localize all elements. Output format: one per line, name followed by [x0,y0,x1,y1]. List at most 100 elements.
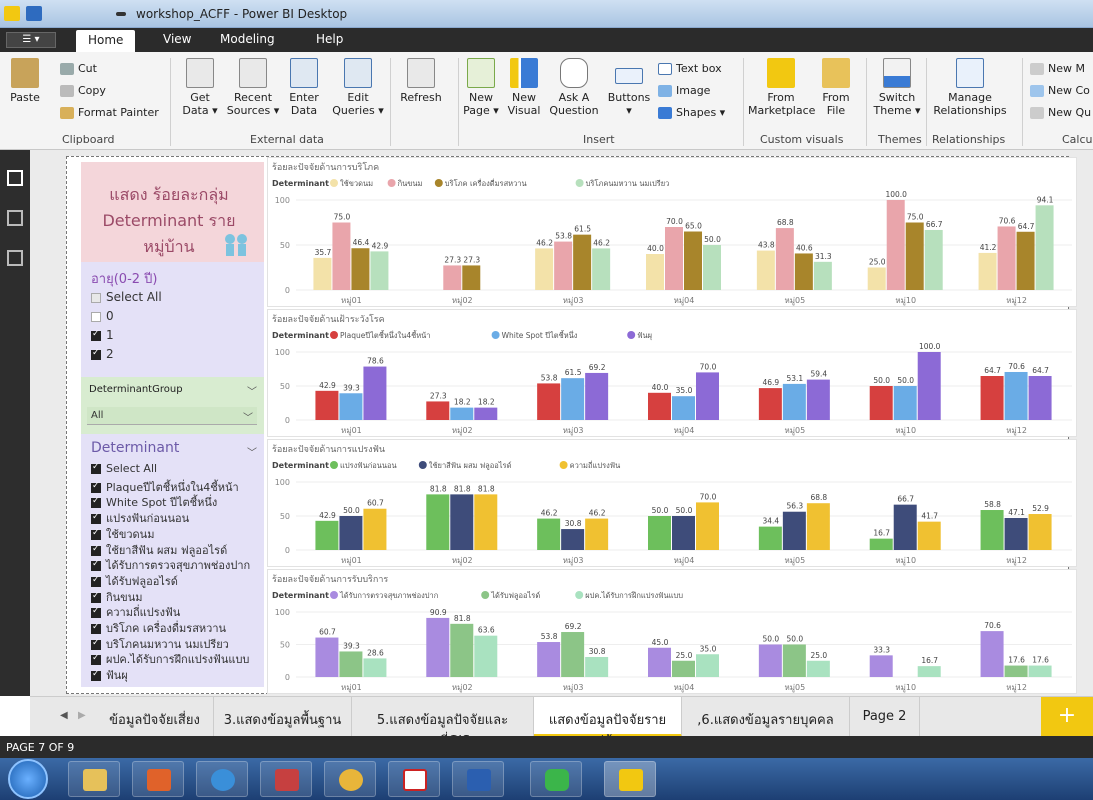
taskbar-line-icon[interactable] [530,761,582,797]
chart-bar [474,407,498,420]
data-view-icon[interactable] [7,210,23,226]
checkbox[interactable] [91,575,101,587]
checkbox[interactable] [91,559,101,572]
age-slicer-item[interactable]: 1 [91,328,114,342]
calculator-icon [1030,63,1044,75]
edit-queries-button[interactable]: Edit Queries ▾ [332,58,384,117]
chevron-down-icon[interactable]: ﹀ [247,383,257,398]
chart-bar [782,511,806,550]
tab-modeling[interactable]: Modeling [220,32,275,46]
new-page-button[interactable]: New Page ▾ [462,58,500,117]
age-slicer-item[interactable]: 0 [91,309,114,323]
taskbar-explorer-icon[interactable] [68,761,120,797]
checkbox[interactable] [91,638,101,650]
checkbox[interactable] [91,348,101,360]
data-label: 35.7 [315,248,332,257]
data-label: 53.8 [555,232,572,241]
taskbar-chrome-icon[interactable] [324,761,376,797]
chart-bar [450,494,474,550]
bar-chart[interactable]: ร้อยละปัจจัยด้านการรับบริการ Determinant ไ… [267,569,1077,694]
data-label: 45.0 [652,638,669,647]
checkbox[interactable] [91,653,101,666]
report-view-icon[interactable] [7,170,23,186]
refresh-button[interactable]: Refresh [396,58,446,104]
checkbox[interactable] [91,496,101,509]
data-label: 64.7 [1032,366,1049,375]
determinant-slicer-item-label: ใช้ยาสีฟัน ผสม ฟลูออไรด์ [106,543,228,557]
bar-chart[interactable]: ร้อยละปัจจัยด้านการบริโภค Determinant ใช้ข… [267,157,1077,307]
switch-theme-button[interactable]: Switch Theme ▾ [870,58,924,117]
ribbon-separator [458,58,459,146]
shapes-button[interactable]: Shapes ▾ [658,106,725,119]
taskbar-outlook-icon[interactable] [132,761,184,797]
determinant-slicer-item[interactable]: Select All [91,462,157,475]
data-label: 100.0 [885,190,907,199]
checkbox[interactable] [91,622,101,634]
taskbar-powerbi-icon[interactable] [604,761,656,797]
copy-button[interactable]: Copy [60,84,106,97]
get-data-button[interactable]: Get Data ▾ [178,58,222,117]
determinant-slicer-item[interactable]: ฟันผุ [91,666,128,684]
checkbox[interactable] [91,481,101,493]
page-tab[interactable]: 3.แสดงข้อมูลพื้นฐาน [214,697,352,737]
quick-access-dropdown-icon[interactable] [116,12,126,16]
checkbox[interactable] [91,606,101,619]
bar-chart[interactable]: ร้อยละปัจจัยด้านเฝ้าระวังโรค Determinant P… [267,309,1077,437]
legend-label: White Spot ปีไตชี้หนึ่ง [502,330,578,340]
age-slicer-item[interactable]: 2 [91,347,114,361]
new-measure-button[interactable]: New M [1030,62,1085,75]
bar-chart[interactable]: ร้อยละปัจจัยด้านการแปรงฟัน Determinant แปร… [267,439,1077,567]
checkbox[interactable] [91,544,101,556]
from-marketplace-button[interactable]: From Marketplace [748,58,815,117]
from-file-button[interactable]: From File [818,58,854,117]
buttons-button[interactable]: Buttons ▾ [604,58,654,117]
recent-sources-button[interactable]: Recent Sources ▾ [224,58,282,117]
tab-scroll-right-icon[interactable]: ▶ [78,710,86,721]
format-painter-button[interactable]: Format Painter [60,106,159,119]
new-visual-button[interactable]: New Visual [504,58,544,117]
checkbox[interactable] [91,512,101,525]
taskbar-acrobat-icon[interactable] [388,761,440,797]
new-quick-measure-button[interactable]: New Qu [1030,106,1091,119]
image-button[interactable]: Image [658,84,710,97]
taskbar-word-icon[interactable] [452,761,504,797]
tab-home[interactable]: Home [76,30,136,52]
relationships-view-icon[interactable] [7,250,23,266]
tab-help[interactable]: Help [316,32,343,46]
chart-bar [758,388,782,420]
cut-button[interactable]: Cut [60,62,97,75]
page-tab[interactable]: ข้อมูลปัจจัยเสี่ยง [96,697,214,737]
page-tab[interactable]: แสดงข้อมูลปัจจัยรายหมู่บ้าน [534,697,682,749]
checkbox[interactable] [91,311,101,322]
file-menu-button[interactable]: ☰ ▾ [6,32,56,48]
chevron-down-icon[interactable]: ﹀ [247,444,257,459]
chart-bar [696,654,719,677]
page-tab[interactable]: 5.แสดงข้อมูลปัจจัยและแผนที่GIS [352,697,534,749]
save-icon[interactable] [26,6,42,21]
checkbox[interactable] [91,528,101,540]
paste-button[interactable]: Paste [8,58,42,104]
manage-relationships-button[interactable]: Manage Relationships [926,58,1014,117]
new-column-button[interactable]: New Co [1030,84,1090,97]
determinant-group-dropdown[interactable]: All ﹀ [87,407,257,425]
checkbox[interactable] [91,292,101,303]
page-tab[interactable]: ,6.แสดงข้อมูลรายบุคคล [682,697,850,737]
legend-label: ได้รับการตรวจสุขภาพช่องปาก [339,591,438,600]
checkbox[interactable] [91,591,101,603]
checkbox[interactable] [91,329,101,341]
page-tab[interactable]: Page 2 [850,697,920,737]
text-box-button[interactable]: Text box [658,62,722,75]
taskbar-app-icon[interactable] [260,761,312,797]
checkbox[interactable] [91,462,101,474]
start-button[interactable] [8,759,48,799]
add-page-button[interactable]: + [1041,697,1093,737]
tab-scroll-left-icon[interactable]: ◀ [60,710,68,721]
enter-data-button[interactable]: Enter Data [286,58,322,117]
data-label: 50.0 [873,376,890,385]
data-label: 46.2 [593,238,610,247]
checkbox[interactable] [91,669,101,682]
tab-view[interactable]: View [163,32,191,46]
taskbar-ie-icon[interactable] [196,761,248,797]
age-slicer-item[interactable]: Select All [91,290,162,304]
ask-question-button[interactable]: Ask A Question [548,58,600,117]
